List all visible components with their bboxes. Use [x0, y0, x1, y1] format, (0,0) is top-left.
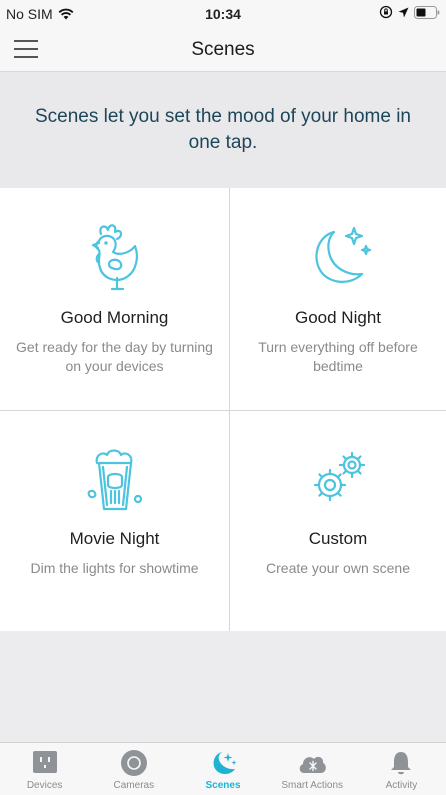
intro-text: Scenes let you set the mood of your home…: [35, 106, 411, 153]
tab-activity[interactable]: Activity: [357, 743, 446, 795]
scene-card-custom[interactable]: Custom Create your own scene: [230, 411, 446, 631]
rooster-icon: [91, 224, 138, 291]
tab-label: Scenes: [205, 780, 241, 791]
camera-lens-icon: [120, 750, 147, 776]
tab-label: Smart Actions: [281, 780, 344, 791]
scene-description: Create your own scene: [266, 560, 410, 576]
scene-description: Dim the lights for showtime: [30, 560, 199, 576]
status-right-group: [379, 5, 440, 19]
bell-icon: [391, 752, 412, 775]
scene-card-good-morning[interactable]: Good Morning Get ready for the day by tu…: [0, 188, 229, 410]
moon-stars-icon: [315, 226, 372, 283]
tab-cameras[interactable]: Cameras: [89, 743, 178, 795]
page-title: Scenes: [191, 39, 255, 60]
tab-smart-actions[interactable]: Smart Actions: [268, 743, 357, 795]
cloud-sparkle-icon: [299, 756, 326, 773]
scene-description: Turn everything off before bedtime: [258, 339, 418, 374]
popcorn-icon: [87, 449, 142, 511]
scene-title: Good Morning: [60, 308, 169, 327]
scene-title: Custom: [308, 529, 368, 548]
tab-label: Devices: [26, 780, 63, 791]
lock-rotation-icon: [379, 5, 393, 19]
location-arrow-icon: [398, 7, 409, 17]
scene-card-good-night[interactable]: Good Night Turn everything off before be…: [230, 188, 446, 410]
scene-card-movie-night[interactable]: Movie Night Dim the lights for showtime: [0, 411, 229, 631]
gears-icon: [313, 451, 366, 502]
moon-sparkle-icon: [213, 752, 237, 775]
intro-banner: Scenes let you set the mood of your home…: [0, 72, 446, 188]
scene-description: Get ready for the day by turning on your…: [16, 339, 213, 374]
scene-title: Movie Night: [69, 529, 160, 548]
status-bar: No SIM 10:34: [0, 0, 446, 28]
tab-bar: Devices Cameras Scenes Smart Actions Act…: [0, 742, 446, 795]
scene-title: Good Night: [295, 308, 381, 327]
tab-label: Cameras: [113, 780, 155, 791]
nav-bar: Scenes: [0, 28, 446, 72]
tab-scenes[interactable]: Scenes: [178, 743, 267, 795]
tab-devices[interactable]: Devices: [0, 743, 89, 795]
battery-icon: [414, 5, 440, 19]
tab-label: Activity: [385, 780, 418, 791]
scenes-grid: Good Morning Get ready for the day by tu…: [0, 188, 446, 631]
plug-icon: [32, 751, 57, 773]
